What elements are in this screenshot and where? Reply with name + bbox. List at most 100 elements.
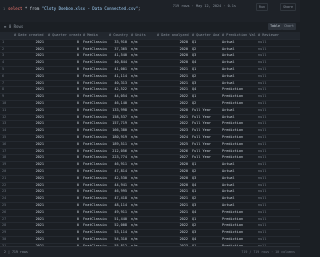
- results-grid[interactable]: # Date created # Quarter created # Media # …: [0, 32, 300, 246]
- table-cell[interactable]: null: [256, 195, 300, 202]
- table-cell[interactable]: Prediction: [220, 154, 256, 161]
- table-cell[interactable]: 180,919: [107, 134, 129, 141]
- table-cell[interactable]: Q2: [190, 73, 220, 80]
- table-cell[interactable]: 133,998: [107, 107, 129, 114]
- table-cell[interactable]: Q4: [190, 236, 220, 243]
- table-cell[interactable]: n/m: [129, 182, 155, 189]
- table-cell[interactable]: 33,910: [107, 39, 129, 46]
- table-cell[interactable]: n/m: [129, 188, 155, 195]
- table-cell[interactable]: null: [256, 73, 300, 80]
- table-cell[interactable]: 54,310: [107, 236, 129, 243]
- table-cell[interactable]: Actual: [220, 182, 256, 189]
- table-cell[interactable]: Prediction: [220, 127, 256, 134]
- table-cell[interactable]: 2021: [12, 175, 46, 182]
- table-cell[interactable]: 2020: [155, 107, 190, 114]
- table-cell[interactable]: Prediction: [220, 134, 256, 141]
- table-cell[interactable]: 52,008: [107, 222, 129, 229]
- table-cell[interactable]: 0: [46, 127, 81, 134]
- table-cell[interactable]: Q1: [190, 93, 220, 100]
- table-cell[interactable]: 44,941: [107, 182, 129, 189]
- table-cell[interactable]: Actual: [220, 175, 256, 182]
- table-cell[interactable]: Q2: [190, 168, 220, 175]
- table-view-button[interactable]: Table: [268, 23, 282, 30]
- table-cell[interactable]: Actual: [220, 188, 256, 195]
- table-cell[interactable]: 51,440: [107, 216, 129, 223]
- table-cell[interactable]: FnatClassica: [81, 182, 107, 189]
- table-cell[interactable]: n/m: [129, 168, 155, 175]
- table-cell[interactable]: 2021: [12, 93, 46, 100]
- table-cell[interactable]: 2021: [155, 73, 190, 80]
- table-cell[interactable]: 2020: [155, 175, 190, 182]
- table-cell[interactable]: n/m: [129, 93, 155, 100]
- table-cell[interactable]: null: [256, 202, 300, 209]
- table-cell[interactable]: 2022: [155, 236, 190, 243]
- table-cell[interactable]: 41,001: [107, 66, 129, 73]
- table-cell[interactable]: 2021: [12, 236, 46, 243]
- table-cell[interactable]: 42,522: [107, 86, 129, 93]
- table-cell[interactable]: null: [256, 209, 300, 216]
- table-cell[interactable]: n/m: [129, 52, 155, 59]
- table-cell[interactable]: 0: [46, 134, 81, 141]
- table-cell[interactable]: Prediction: [220, 100, 256, 107]
- table-cell[interactable]: Prediction: [220, 222, 256, 229]
- table-cell[interactable]: 2021: [12, 100, 46, 107]
- table-cell[interactable]: n/m: [129, 39, 155, 46]
- table-cell[interactable]: null: [256, 114, 300, 121]
- chart-view-button[interactable]: Chart: [282, 23, 296, 30]
- column-header[interactable]: # Date analyzed: [155, 32, 190, 39]
- column-header[interactable]: [0, 32, 12, 39]
- column-header[interactable]: # Units: [129, 32, 155, 39]
- table-cell[interactable]: FnatClassica: [81, 52, 107, 59]
- table-cell[interactable]: 44,054: [107, 93, 129, 100]
- table-cell[interactable]: Actual: [220, 39, 256, 46]
- table-cell[interactable]: 2022: [155, 100, 190, 107]
- table-cell[interactable]: 0: [46, 93, 81, 100]
- table-cell[interactable]: 2026: [155, 148, 190, 155]
- table-cell[interactable]: n/m: [129, 161, 155, 168]
- table-cell[interactable]: Q1: [190, 188, 220, 195]
- table-cell[interactable]: 157,719: [107, 120, 129, 127]
- table-cell[interactable]: 0: [46, 86, 81, 93]
- column-header[interactable]: # Reviewer: [256, 32, 300, 39]
- column-header[interactable]: # Country: [107, 32, 129, 39]
- table-cell[interactable]: 0: [46, 202, 81, 209]
- column-header[interactable]: # Prediction Values: [220, 32, 256, 39]
- table-cell[interactable]: Actual: [220, 195, 256, 202]
- table-cell[interactable]: null: [256, 222, 300, 229]
- table-cell[interactable]: FnatClassica: [81, 148, 107, 155]
- table-cell[interactable]: 2020: [155, 46, 190, 53]
- table-cell[interactable]: 2023: [155, 127, 190, 134]
- table-cell[interactable]: 0: [46, 59, 81, 66]
- table-cell[interactable]: 158,537: [107, 114, 129, 121]
- table-cell[interactable]: null: [256, 39, 300, 46]
- table-cell[interactable]: 49,911: [107, 209, 129, 216]
- table-cell[interactable]: null: [256, 141, 300, 148]
- table-cell[interactable]: 2021: [12, 161, 46, 168]
- table-cell[interactable]: Actual: [220, 80, 256, 87]
- table-cell[interactable]: FnatClassica: [81, 114, 107, 121]
- table-cell[interactable]: 2022: [155, 222, 190, 229]
- table-cell[interactable]: 2021: [12, 80, 46, 87]
- table-cell[interactable]: Full Year: [190, 120, 220, 127]
- table-cell[interactable]: Prediction: [220, 148, 256, 155]
- table-cell[interactable]: Actual: [220, 202, 256, 209]
- table-cell[interactable]: null: [256, 148, 300, 155]
- table-cell[interactable]: n/m: [129, 66, 155, 73]
- column-header[interactable]: # Media: [81, 32, 107, 39]
- table-cell[interactable]: n/m: [129, 107, 155, 114]
- table-cell[interactable]: 2022: [155, 229, 190, 236]
- table-cell[interactable]: 2020: [155, 59, 190, 66]
- table-cell[interactable]: 37,365: [107, 46, 129, 53]
- table-cell[interactable]: 46,911: [107, 161, 129, 168]
- table-cell[interactable]: Actual: [220, 46, 256, 53]
- sql-query-text[interactable]: select * from "Cloty Doeboo.xlsx - Data …: [8, 6, 140, 11]
- table-cell[interactable]: Actual: [220, 161, 256, 168]
- table-cell[interactable]: Q1: [190, 66, 220, 73]
- table-cell[interactable]: 2021: [155, 80, 190, 87]
- table-cell[interactable]: FnatClassica: [81, 66, 107, 73]
- table-cell[interactable]: null: [256, 52, 300, 59]
- table-cell[interactable]: 2021: [12, 134, 46, 141]
- table-cell[interactable]: n/m: [129, 216, 155, 223]
- table-cell[interactable]: null: [256, 154, 300, 161]
- table-cell[interactable]: FnatClassica: [81, 46, 107, 53]
